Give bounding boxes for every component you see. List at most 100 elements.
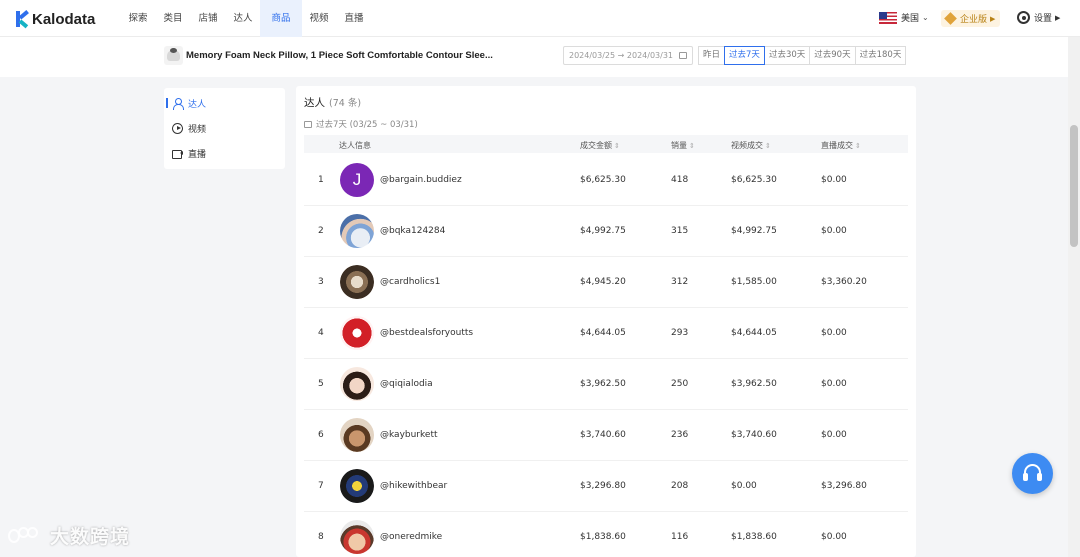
table-row[interactable]: 8 @oneredmike $1,838.60 116 $1,838.60 $0… xyxy=(304,512,908,557)
creator-handle[interactable]: @qiqialodia xyxy=(380,379,433,389)
video-gmv-cell: $1,838.60 xyxy=(731,532,777,542)
watermark-logo-icon xyxy=(8,525,44,547)
rank-cell: 3 xyxy=(318,277,324,287)
rank-cell: 4 xyxy=(318,328,324,338)
table-row[interactable]: 5 @qiqialodia $3,962.50 250 $3,962.50 $0… xyxy=(304,359,908,410)
kalodata-logo-icon xyxy=(16,10,30,29)
column-header-gmv[interactable]: 成交金额 ⇕ xyxy=(580,140,620,151)
creator-handle[interactable]: @hikewithbear xyxy=(380,481,447,491)
gmv-cell: $3,296.80 xyxy=(580,481,626,491)
video-gmv-cell: $4,644.05 xyxy=(731,328,777,338)
enterprise-plan-badge[interactable]: 企业版 ▶ xyxy=(941,10,1001,27)
sales-cell: 236 xyxy=(671,430,689,440)
nav-item-explore[interactable]: 探索 xyxy=(120,0,156,37)
creator-avatar[interactable] xyxy=(340,316,374,350)
live-gmv-cell: $3,360.20 xyxy=(821,277,867,287)
creator-handle[interactable]: @oneredmike xyxy=(380,532,442,542)
column-header-live-gmv[interactable]: 直播成交 ⇕ xyxy=(821,140,861,151)
nav-item-creator[interactable]: 达人 xyxy=(225,0,261,37)
sales-cell: 312 xyxy=(671,277,689,287)
sort-icon: ⇕ xyxy=(855,142,861,150)
table-row[interactable]: 1 J @bargain.buddiez $6,625.30 418 $6,62… xyxy=(304,155,908,206)
creator-handle[interactable]: @bargain.buddiez xyxy=(380,175,462,185)
sidebar-item-label: 视频 xyxy=(188,124,207,135)
table-row[interactable]: 7 @hikewithbear $3,296.80 208 $0.00 $3,2… xyxy=(304,461,908,512)
caret-right-icon: ▶ xyxy=(990,14,996,23)
creator-handle[interactable]: @bqka124284 xyxy=(380,226,445,236)
sidebar-item-label: 直播 xyxy=(188,149,207,160)
sales-cell: 315 xyxy=(671,226,689,236)
region-selector[interactable]: 美国 ⌄ xyxy=(879,11,929,24)
creator-avatar[interactable] xyxy=(340,214,374,248)
sidebar-item-creators[interactable]: 达人 xyxy=(166,96,206,110)
date-range-picker[interactable]: 2024/03/25 → 2024/03/31 xyxy=(563,46,693,65)
creator-handle[interactable]: @kayburkett xyxy=(380,430,438,440)
column-header-label: 直播成交 xyxy=(821,141,853,150)
nav-item-category[interactable]: 类目 xyxy=(155,0,191,37)
gmv-cell: $4,945.20 xyxy=(580,277,626,287)
product-thumbnail[interactable] xyxy=(164,46,183,65)
nav-item-product[interactable]: 商品 xyxy=(260,0,302,37)
creator-avatar[interactable] xyxy=(340,520,374,554)
nav-item-live[interactable]: 直播 xyxy=(336,0,372,37)
settings-button[interactable]: 设置 ▶ xyxy=(1017,11,1060,24)
creator-avatar[interactable] xyxy=(340,469,374,503)
live-gmv-cell: $0.00 xyxy=(821,328,847,338)
gmv-cell: $4,992.75 xyxy=(580,226,626,236)
creator-avatar[interactable] xyxy=(340,265,374,299)
range-yesterday-button[interactable]: 昨日 xyxy=(698,46,726,65)
range-90d-button[interactable]: 过去90天 xyxy=(809,46,856,65)
column-header-video-gmv[interactable]: 视频成交 ⇕ xyxy=(731,140,771,151)
gmv-cell: $3,962.50 xyxy=(580,379,626,389)
date-range-value: 2024/03/25 → 2024/03/31 xyxy=(569,51,674,60)
creator-handle[interactable]: @cardholics1 xyxy=(380,277,440,287)
gmv-cell: $3,740.60 xyxy=(580,430,626,440)
user-icon xyxy=(172,97,184,110)
main-nav: 探索 类目 店铺 达人 商品 视频 直播 xyxy=(120,0,371,37)
top-nav: Kalodata 探索 类目 店铺 达人 商品 视频 直播 美国 ⌄ 企业版 ▶… xyxy=(0,0,1080,37)
creators-panel: 达人 (74 条) 过去7天 (03/25 ~ 03/31) 达人信息 成交金额 ⇕… xyxy=(296,86,916,557)
live-gmv-cell: $0.00 xyxy=(821,532,847,542)
live-gmv-cell: $0.00 xyxy=(821,430,847,440)
creator-avatar[interactable] xyxy=(340,367,374,401)
live-gmv-cell: $0.00 xyxy=(821,226,847,236)
nav-item-video[interactable]: 视频 xyxy=(301,0,337,37)
rank-cell: 1 xyxy=(318,175,324,185)
settings-label: 设置 xyxy=(1034,14,1053,24)
column-header-creator: 达人信息 xyxy=(339,141,371,150)
calendar-icon xyxy=(304,120,312,128)
creator-count: (74 条) xyxy=(329,98,362,109)
chevron-down-icon: ⌄ xyxy=(922,13,929,22)
column-header-label: 销量 xyxy=(671,141,687,150)
range-7d-button[interactable]: 过去7天 xyxy=(724,46,765,65)
product-title[interactable]: Memory Foam Neck Pillow, 1 Piece Soft Co… xyxy=(186,50,493,61)
creator-avatar[interactable]: J xyxy=(340,163,374,197)
section-sidebar: 达人 视频 直播 xyxy=(164,88,285,169)
live-gmv-cell: $0.00 xyxy=(821,175,847,185)
table-row[interactable]: 2 @bqka124284 $4,992.75 315 $4,992.75 $0… xyxy=(304,206,908,257)
video-gmv-cell: $6,625.30 xyxy=(731,175,777,185)
customer-support-button[interactable] xyxy=(1012,453,1053,494)
watermark-text: 大数跨境 xyxy=(50,526,131,548)
page-scrollbar-thumb[interactable] xyxy=(1070,125,1078,247)
range-30d-button[interactable]: 过去30天 xyxy=(763,46,811,65)
range-180d-button[interactable]: 过去180天 xyxy=(854,46,907,65)
creator-avatar[interactable] xyxy=(340,418,374,452)
table-row[interactable]: 6 @kayburkett $3,740.60 236 $3,740.60 $0… xyxy=(304,410,908,461)
table-row[interactable]: 3 @cardholics1 $4,945.20 312 $1,585.00 $… xyxy=(304,257,908,308)
period-label: 过去7天 (03/25 ~ 03/31) xyxy=(304,118,418,130)
nav-item-shop[interactable]: 店铺 xyxy=(190,0,226,37)
column-header-sales[interactable]: 销量 ⇕ xyxy=(671,140,695,151)
rank-cell: 8 xyxy=(318,532,324,542)
sidebar-item-videos[interactable]: 视频 xyxy=(172,121,206,135)
rank-cell: 2 xyxy=(318,226,324,236)
page-scrollbar-track[interactable] xyxy=(1068,37,1080,557)
creator-handle[interactable]: @bestdealsforyoutts xyxy=(380,328,473,338)
logo-text: Kalodata xyxy=(32,10,96,28)
sidebar-item-live[interactable]: 直播 xyxy=(172,146,206,160)
kalodata-logo[interactable]: Kalodata xyxy=(16,9,95,29)
table-row[interactable]: 4 @bestdealsforyoutts $4,644.05 293 $4,6… xyxy=(304,308,908,359)
rank-cell: 6 xyxy=(318,430,324,440)
gear-icon xyxy=(1017,11,1030,24)
sort-icon: ⇕ xyxy=(614,142,620,150)
